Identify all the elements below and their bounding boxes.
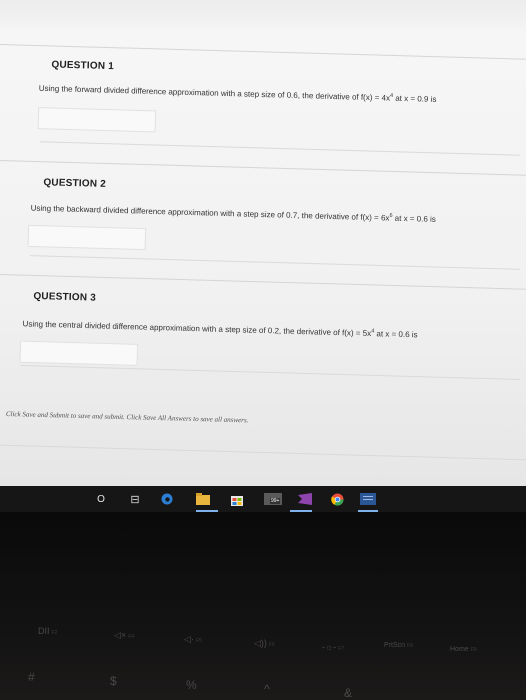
chrome-icon[interactable] [330, 492, 344, 506]
task-view-icon[interactable]: ⊟ [128, 492, 142, 506]
edge-browser-icon[interactable] [160, 492, 174, 506]
question-1-answer-input[interactable] [37, 107, 157, 133]
search-icon[interactable]: O [94, 492, 108, 506]
question-2-divider [0, 160, 526, 177]
key-caret: ^ [264, 682, 270, 696]
save-submit-instructions: Click Save and Submit to save and submit… [5, 410, 249, 425]
key-f7: -☼- F7 [322, 642, 345, 652]
question-3-text: Using the central divided difference app… [22, 319, 418, 340]
question-2-title: QUESTION 2 [43, 177, 107, 190]
key-hash: # [28, 670, 35, 684]
key-percent: % [186, 678, 197, 692]
store-icon[interactable] [230, 492, 244, 506]
key-dollar: $ [110, 674, 117, 688]
key-f6: ◁)) F6 [254, 638, 275, 648]
question-3-title: QUESTION 3 [33, 290, 97, 304]
key-f8: PrtScn F8 [384, 642, 413, 649]
browser-content: QUESTION 1 Using the forward divided dif… [0, 0, 526, 486]
mail-badge: 99+ [270, 498, 281, 504]
laptop-keyboard: DII F2 ◁× F4 ◁· F5 ◁)) F6 -☼- F7 PrtScn F8 Hom… [0, 512, 526, 700]
question-2-block: QUESTION 2 Using the backward divided di… [0, 160, 526, 276]
question-1-title: QUESTION 1 [51, 59, 115, 73]
question-2-text: Using the backward divided difference ap… [30, 203, 436, 224]
key-ampersand: & [344, 686, 353, 700]
key-f5: ◁· F5 [184, 634, 202, 644]
question-1-text: Using the forward divided difference app… [38, 83, 437, 104]
question-1-divider [0, 44, 526, 61]
question-3-answer-input[interactable] [19, 340, 139, 366]
mail-icon[interactable]: 99+ [264, 492, 282, 506]
word-icon[interactable] [360, 492, 376, 506]
windows-taskbar: O ⊟ 99+ [0, 486, 526, 512]
question-3-divider [0, 274, 526, 291]
page-top-area [0, 0, 526, 30]
question-2-answer-input[interactable] [27, 224, 147, 251]
key-f4: ◁× F4 [114, 630, 135, 640]
key-f9: Home F9 [450, 646, 477, 653]
key-f2: DII F2 [38, 626, 58, 636]
visual-studio-icon[interactable] [298, 492, 312, 506]
file-explorer-icon[interactable] [196, 492, 210, 506]
footer-divider [0, 444, 526, 461]
